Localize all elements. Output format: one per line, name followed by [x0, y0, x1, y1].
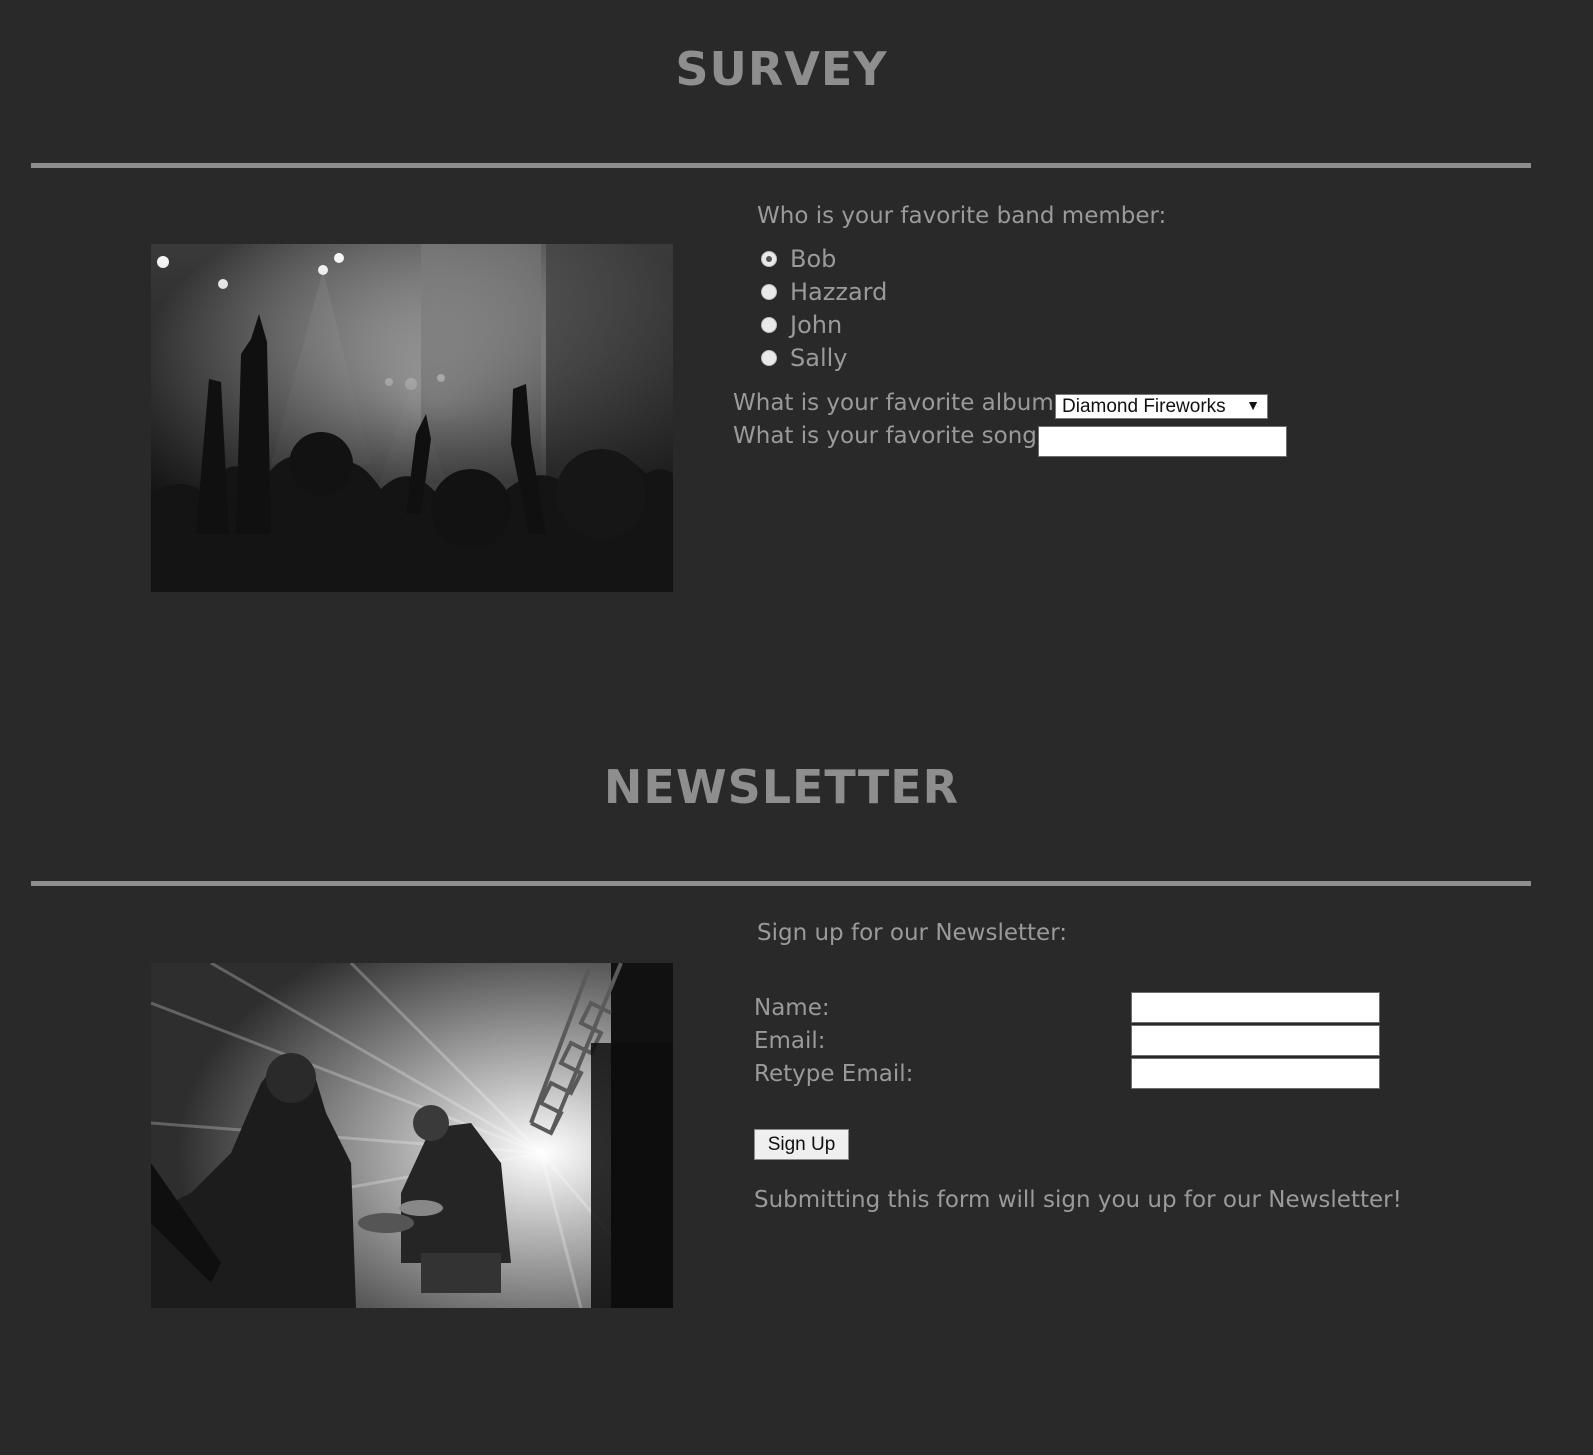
radio-option-bob[interactable]: Bob [761, 242, 836, 275]
radio-label: Sally [790, 343, 848, 372]
radio-label: Hazzard [790, 277, 888, 306]
radio-button[interactable] [761, 316, 777, 333]
radio-label: Bob [790, 244, 837, 273]
concert-crowd-photo [151, 244, 673, 592]
radio-option-sally[interactable]: Sally [761, 341, 847, 374]
survey-title: SURVEY [675, 42, 888, 96]
radio-button[interactable] [761, 250, 777, 267]
radio-label: John [790, 310, 843, 339]
song-input[interactable] [1038, 426, 1287, 457]
page: SURVEY Who is your favorite band member:… [0, 0, 1593, 1455]
retype-email-input[interactable] [1131, 1058, 1380, 1089]
newsletter-footer-note: Submitting this form will sign you up fo… [754, 1187, 1402, 1213]
chevron-down-icon: ▼ [1246, 397, 1260, 413]
newsletter-intro: Sign up for our Newsletter: [757, 920, 1067, 946]
radio-button[interactable] [761, 349, 777, 366]
survey-divider [31, 163, 1531, 168]
album-label: What is your favorite album: [733, 390, 1062, 416]
song-label: What is your favorite song: [733, 423, 1045, 449]
radio-button[interactable] [761, 283, 777, 300]
name-label: Name: [754, 995, 830, 1021]
band-member-question: Who is your favorite band member: [757, 203, 1167, 229]
band-on-stage-photo [151, 963, 673, 1308]
album-selected-value: Diamond Fireworks [1062, 395, 1226, 417]
email-label: Email: [754, 1028, 826, 1054]
newsletter-divider [31, 881, 1531, 886]
name-input[interactable] [1131, 992, 1380, 1023]
radio-option-john[interactable]: John [761, 308, 842, 341]
sign-up-button[interactable]: Sign Up [754, 1129, 849, 1160]
album-select[interactable]: Diamond Fireworks ▼ [1055, 394, 1268, 419]
retype-email-label: Retype Email: [754, 1061, 914, 1087]
radio-option-hazzard[interactable]: Hazzard [761, 275, 887, 308]
email-input[interactable] [1131, 1025, 1380, 1056]
newsletter-title: NEWSLETTER [603, 760, 960, 814]
